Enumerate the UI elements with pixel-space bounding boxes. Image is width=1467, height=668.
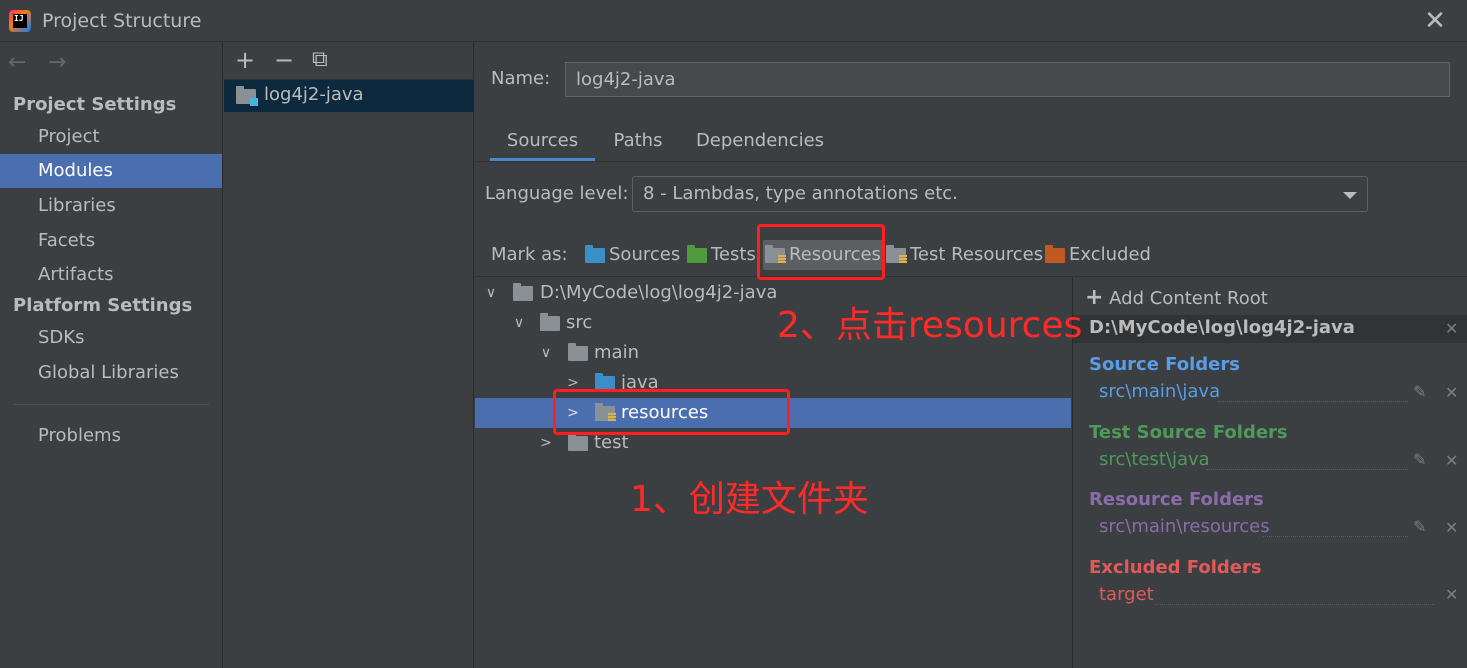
nav-item-project[interactable]: Project <box>0 120 222 154</box>
expanded-arrow-icon[interactable]: ∨ <box>484 278 498 308</box>
add-content-root-button[interactable]: + Add Content Root <box>1085 285 1268 310</box>
nav-item-libraries[interactable]: Libraries <box>0 189 222 223</box>
back-arrow-icon[interactable]: ← <box>8 50 26 75</box>
content-root-panel: + Add Content Root D:\MyCode\log\log4j2-… <box>1072 277 1467 668</box>
test-folder-entry: src\test\java <box>1099 449 1210 470</box>
content-root-header: D:\MyCode\log\log4j2-java ✕ <box>1073 315 1467 343</box>
remove-icon[interactable]: ✕ <box>1445 451 1458 470</box>
dotted-leader <box>1218 401 1408 402</box>
intellij-logo-icon: IJ <box>9 10 31 32</box>
mark-sources-button[interactable]: Sources <box>583 240 680 270</box>
expanded-arrow-icon[interactable]: ∨ <box>539 338 553 368</box>
title-bar: IJ Project Structure ✕ <box>0 0 1467 42</box>
nav-item-facets[interactable]: Facets <box>0 224 222 258</box>
remove-icon[interactable]: ✕ <box>1445 585 1458 604</box>
logo-text: IJ <box>13 14 27 28</box>
annotation-box-resources-button <box>757 224 885 280</box>
module-toolbar: + − ⧉ <box>223 42 474 80</box>
excluded-folder-icon <box>1045 245 1065 263</box>
collapsed-arrow-icon[interactable]: > <box>539 428 553 458</box>
mark-as-label: Mark as: <box>491 244 568 265</box>
module-name-input[interactable] <box>565 62 1450 97</box>
nav-item-global-libraries[interactable]: Global Libraries <box>0 356 222 390</box>
copy-module-icon[interactable]: ⧉ <box>312 46 328 74</box>
excluded-folders-heading: Excluded Folders <box>1089 557 1262 578</box>
dotted-leader <box>1155 604 1435 605</box>
excluded-folder-entry: target <box>1099 584 1154 605</box>
tree-label-main: main <box>594 342 639 363</box>
remove-module-icon[interactable]: − <box>274 46 294 74</box>
mark-excluded-label: Excluded <box>1069 244 1151 265</box>
add-module-icon[interactable]: + <box>235 46 255 74</box>
tab-sources[interactable]: Sources <box>490 124 595 162</box>
test-folders-heading: Test Source Folders <box>1089 422 1288 443</box>
content-root-path: D:\MyCode\log\log4j2-java <box>1089 317 1355 338</box>
remove-icon[interactable]: ✕ <box>1445 518 1458 537</box>
edit-icon[interactable]: ✎ <box>1413 517 1426 536</box>
resource-folders-heading: Resource Folders <box>1089 489 1264 510</box>
folder-icon <box>568 343 588 361</box>
language-level-label: Language level: <box>485 183 629 204</box>
folder-icon <box>540 313 560 331</box>
language-level-dropdown[interactable]: 8 - Lambdas, type annotations etc. <box>632 176 1368 212</box>
test-resources-folder-icon <box>886 245 907 264</box>
platform-settings-heading: Platform Settings <box>13 295 193 316</box>
remove-icon[interactable]: ✕ <box>1445 383 1458 402</box>
module-folder-icon <box>236 86 258 106</box>
module-detail-panel: Name: Sources Paths Dependencies Languag… <box>475 42 1467 668</box>
source-folder-entry: src\main\java <box>1099 381 1221 402</box>
remove-root-icon[interactable]: ✕ <box>1445 319 1458 338</box>
window-title: Project Structure <box>42 10 202 32</box>
nav-item-sdks[interactable]: SDKs <box>0 321 222 355</box>
mark-test-resources-button[interactable]: Test Resources <box>884 240 1043 270</box>
edit-icon[interactable]: ✎ <box>1413 450 1426 469</box>
forward-arrow-icon[interactable]: → <box>48 50 66 75</box>
add-content-root-label: Add Content Root <box>1109 288 1268 309</box>
tab-dependencies[interactable]: Dependencies <box>689 124 831 162</box>
project-settings-heading: Project Settings <box>13 94 177 115</box>
edit-icon[interactable]: ✎ <box>1413 382 1426 401</box>
source-folders-heading: Source Folders <box>1089 354 1240 375</box>
mark-tests-label: Tests <box>711 244 756 265</box>
resource-folder-entry: src\main\resources <box>1099 516 1270 537</box>
folder-icon <box>513 283 533 301</box>
module-list-item[interactable]: log4j2-java <box>224 80 474 112</box>
annotation-box-resources-folder <box>553 389 790 435</box>
tests-folder-icon <box>687 245 707 263</box>
nav-divider <box>14 404 209 405</box>
tree-label-src: src <box>566 312 593 333</box>
sources-folder-icon <box>585 245 605 263</box>
tab-paths[interactable]: Paths <box>601 124 675 162</box>
nav-item-modules[interactable]: Modules <box>0 154 222 188</box>
annotation-step-1: 1、创建文件夹 <box>630 479 869 520</box>
settings-nav: ← → Project Settings Project Modules Lib… <box>0 42 223 668</box>
module-list-panel: + − ⧉ log4j2-java <box>223 42 474 668</box>
folder-icon <box>568 433 588 451</box>
nav-item-problems[interactable]: Problems <box>0 419 222 453</box>
name-label: Name: <box>491 68 551 89</box>
mark-excluded-button[interactable]: Excluded <box>1043 240 1151 270</box>
expanded-arrow-icon[interactable]: ∨ <box>512 308 526 338</box>
mark-sources-label: Sources <box>609 244 681 265</box>
dropdown-arrow-icon <box>1343 192 1357 199</box>
language-level-value: 8 - Lambdas, type annotations etc. <box>643 183 958 204</box>
tree-label-root: D:\MyCode\log\log4j2-java <box>540 282 778 303</box>
nav-item-artifacts[interactable]: Artifacts <box>0 258 222 292</box>
module-name-label: log4j2-java <box>264 84 364 105</box>
plus-icon: + <box>1085 285 1104 310</box>
dotted-leader <box>1206 469 1408 470</box>
mark-test-resources-label: Test Resources <box>910 244 1044 265</box>
annotation-step-2: 2、点击resources <box>777 305 1083 346</box>
mark-tests-button[interactable]: Tests <box>685 240 756 270</box>
close-icon[interactable]: ✕ <box>1422 6 1448 36</box>
tab-divider <box>475 161 1467 162</box>
dotted-leader <box>1263 536 1408 537</box>
